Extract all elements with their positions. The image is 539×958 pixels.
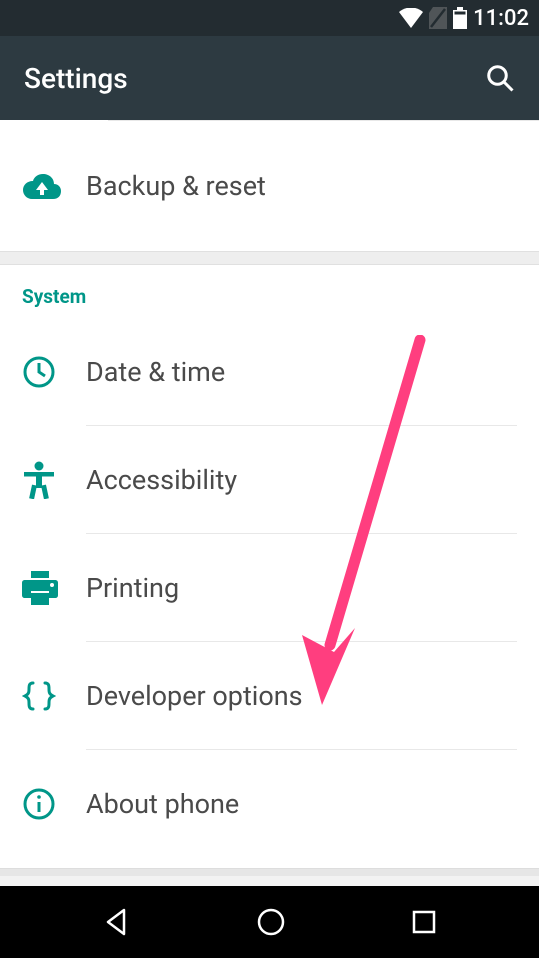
- settings-item-label: Accessibility: [86, 464, 237, 496]
- section-divider: [0, 251, 539, 265]
- info-icon: [22, 787, 86, 821]
- back-button[interactable]: [102, 907, 132, 937]
- settings-item-accessibility[interactable]: Accessibility: [0, 426, 539, 534]
- settings-item-developer-options[interactable]: Developer options: [0, 642, 539, 750]
- search-icon[interactable]: [485, 63, 515, 93]
- recents-button[interactable]: [411, 909, 437, 935]
- settings-item-label: Developer options: [86, 680, 303, 712]
- page-title: Settings: [24, 62, 128, 95]
- accessibility-icon: [22, 461, 86, 499]
- no-sim-icon: [429, 7, 447, 29]
- section-header-system: System: [0, 265, 539, 318]
- status-time: 11:02: [473, 6, 529, 31]
- home-button[interactable]: [256, 907, 286, 937]
- settings-item-printing[interactable]: Printing: [0, 534, 539, 642]
- settings-item-backup-reset[interactable]: Backup & reset: [0, 121, 539, 251]
- settings-item-label: Printing: [86, 572, 179, 604]
- settings-item-label: Date & time: [86, 356, 225, 388]
- settings-item-label: About phone: [86, 788, 239, 820]
- status-bar: 11:02: [0, 0, 539, 36]
- clock-icon: [22, 355, 86, 389]
- settings-list[interactable]: Backup & reset System Date & time Access…: [0, 120, 539, 876]
- settings-item-label: Backup & reset: [86, 170, 266, 202]
- navigation-bar: [0, 886, 539, 958]
- cloud-upload-icon: [22, 172, 86, 200]
- battery-icon: [453, 7, 467, 29]
- settings-item-date-time[interactable]: Date & time: [0, 318, 539, 426]
- screen: 11:02 Settings Backup & reset System Dat…: [0, 0, 539, 958]
- wifi-icon: [399, 8, 423, 28]
- printer-icon: [22, 571, 86, 605]
- settings-item-about-phone[interactable]: About phone: [0, 750, 539, 858]
- braces-icon: [22, 681, 86, 711]
- app-bar: Settings: [0, 36, 539, 120]
